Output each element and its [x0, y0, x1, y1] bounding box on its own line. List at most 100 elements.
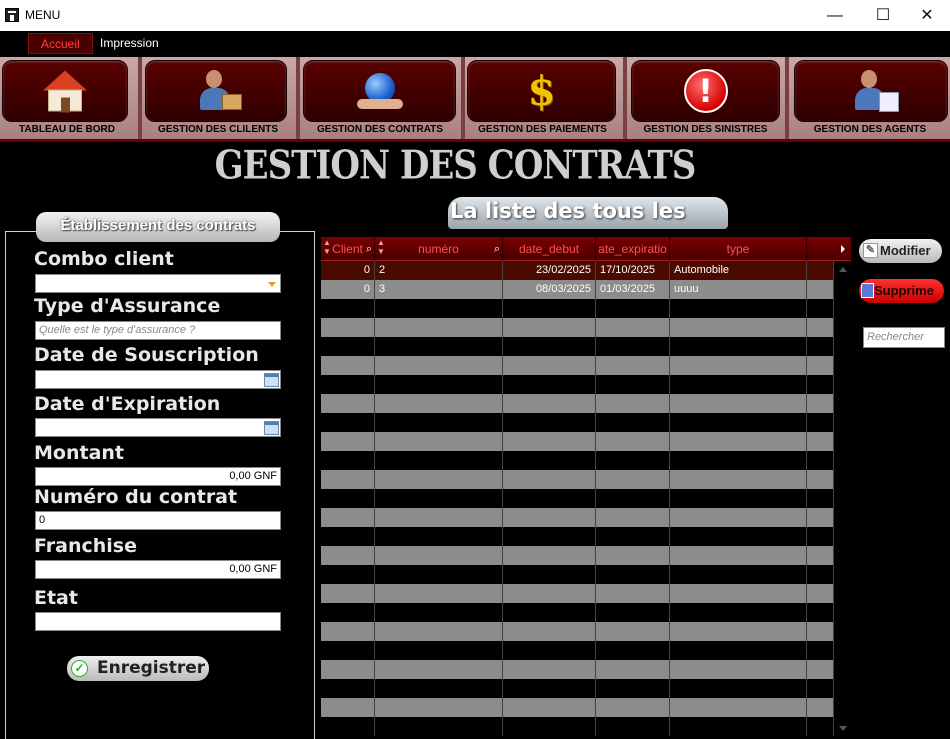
- table-row[interactable]: [321, 489, 834, 508]
- nav-clients-button[interactable]: [145, 60, 287, 122]
- table-cell: [321, 584, 375, 603]
- sort-icon[interactable]: ▲ ▼: [323, 238, 331, 256]
- table-row[interactable]: [321, 432, 834, 451]
- calendar-icon[interactable]: [264, 373, 279, 387]
- table-cell: [503, 451, 596, 470]
- close-icon[interactable]: ✕: [904, 0, 950, 31]
- modify-button[interactable]: ✎ Modifier: [859, 239, 942, 263]
- search-input[interactable]: Rechercher: [863, 327, 945, 348]
- table-row[interactable]: [321, 318, 834, 337]
- franchise-input[interactable]: 0,00 GNF: [35, 560, 281, 579]
- table-header: ▲ ▼ Client ⌕ ▲ ▼ numéro ⌕ date_debut ate_e…: [321, 237, 851, 261]
- table-cell: [321, 356, 375, 375]
- table-cell: [321, 394, 375, 413]
- table-cell: [321, 489, 375, 508]
- table-cell: [807, 299, 834, 318]
- table-row[interactable]: [321, 641, 834, 660]
- globe-hand-icon: [356, 73, 403, 109]
- column-header-numero[interactable]: ▲ ▼ numéro ⌕: [375, 237, 503, 261]
- menu-impression[interactable]: Impression: [88, 33, 171, 54]
- window-titlebar: MENU — ☐ ✕: [0, 0, 950, 31]
- table-cell: [807, 546, 834, 565]
- search-icon[interactable]: ⌕: [494, 237, 500, 261]
- scroll-down-icon[interactable]: [839, 726, 847, 731]
- table-cell: [670, 527, 807, 546]
- date-souscription-input[interactable]: [35, 370, 281, 389]
- table-row[interactable]: [321, 413, 834, 432]
- table-row[interactable]: [321, 603, 834, 622]
- delete-button-label: Supprime: [874, 283, 934, 298]
- table-row[interactable]: [321, 337, 834, 356]
- table-row[interactable]: [321, 565, 834, 584]
- table-cell: [670, 622, 807, 641]
- alert-icon: !: [683, 69, 728, 113]
- minimize-icon[interactable]: —: [812, 0, 858, 31]
- column-header-client[interactable]: ▲ ▼ Client ⌕: [321, 237, 375, 261]
- montant-input[interactable]: 0,00 GNF: [35, 467, 281, 486]
- table-cell: [321, 337, 375, 356]
- nav-tableau-de-bord-button[interactable]: [2, 60, 128, 122]
- scroll-right-icon[interactable]: [841, 245, 845, 253]
- delete-button[interactable]: Supprime: [859, 279, 944, 303]
- table-row[interactable]: [321, 584, 834, 603]
- table-cell: [807, 641, 834, 660]
- table-row[interactable]: [321, 698, 834, 717]
- table-row[interactable]: [321, 451, 834, 470]
- nav-sinistres-button[interactable]: !: [631, 60, 780, 122]
- nav-paiements-button[interactable]: $: [467, 60, 616, 122]
- table-cell: [375, 679, 503, 698]
- chevron-down-icon[interactable]: [268, 282, 276, 287]
- table-row[interactable]: [321, 470, 834, 489]
- table-cell: 01/03/2025: [596, 280, 670, 299]
- scroll-up-icon[interactable]: [839, 267, 847, 272]
- table-row[interactable]: [321, 622, 834, 641]
- nav-agents-button[interactable]: [794, 60, 948, 122]
- sort-icon[interactable]: ▲ ▼: [377, 238, 385, 256]
- table-row[interactable]: [321, 660, 834, 679]
- table-cell: [807, 603, 834, 622]
- maximize-icon[interactable]: ☐: [860, 0, 906, 31]
- table-cell: [807, 261, 834, 280]
- date-expiration-input[interactable]: [35, 418, 281, 437]
- table-row[interactable]: [321, 717, 834, 736]
- app-icon: [5, 8, 19, 22]
- column-header-date-debut[interactable]: date_debut: [503, 237, 596, 261]
- table-row[interactable]: [321, 394, 834, 413]
- table-row[interactable]: [321, 375, 834, 394]
- column-header-type[interactable]: type: [670, 237, 807, 261]
- column-header-label: type: [726, 242, 750, 256]
- calendar-icon[interactable]: [264, 421, 279, 435]
- save-button-label: Enregistrer: [97, 658, 206, 678]
- window-title: MENU: [25, 8, 61, 22]
- table-cell: [503, 356, 596, 375]
- column-header-scroll[interactable]: [807, 237, 851, 261]
- table-cell: [503, 413, 596, 432]
- type-assurance-input[interactable]: Quelle est le type d'assurance ?: [35, 321, 281, 340]
- combo-client-select[interactable]: [35, 274, 281, 293]
- vertical-scrollbar[interactable]: [835, 261, 851, 737]
- search-icon[interactable]: ⌕: [366, 237, 372, 261]
- table-row[interactable]: [321, 679, 834, 698]
- save-button[interactable]: ✓ Enregistrer: [67, 656, 209, 681]
- table-cell: [503, 546, 596, 565]
- table-row[interactable]: 0 2 23/02/2025 17/10/2025 Automobile: [321, 261, 834, 280]
- table-row[interactable]: [321, 527, 834, 546]
- table-row[interactable]: [321, 508, 834, 527]
- table-cell: [375, 413, 503, 432]
- table-row[interactable]: [321, 299, 834, 318]
- nav-agents-label: GESTION DES AGENTS: [813, 124, 927, 135]
- column-header-date-expiration[interactable]: ate_expiratio: [596, 237, 670, 261]
- table-cell: [807, 413, 834, 432]
- table-cell: [503, 508, 596, 527]
- table-cell: [321, 603, 375, 622]
- table-cell: [596, 717, 670, 736]
- numero-contrat-input[interactable]: 0: [35, 511, 281, 530]
- etat-input[interactable]: [35, 612, 281, 631]
- table-row[interactable]: [321, 546, 834, 565]
- menu-accueil[interactable]: Accueil: [28, 33, 93, 54]
- ribbon-divider: [0, 139, 950, 142]
- nav-contrats-button[interactable]: [303, 60, 456, 122]
- table-row[interactable]: 0 3 08/03/2025 01/03/2025 uuuu: [321, 280, 834, 299]
- table-cell: [375, 717, 503, 736]
- table-row[interactable]: [321, 356, 834, 375]
